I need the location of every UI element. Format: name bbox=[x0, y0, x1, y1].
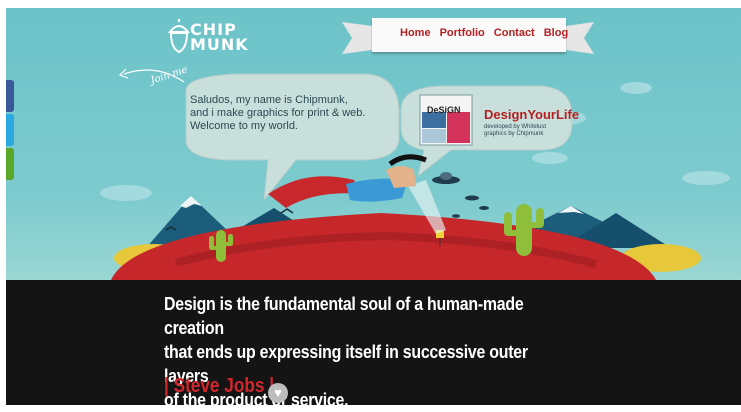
intro-line: Welcome to my world. bbox=[190, 120, 298, 132]
main-nav: Home Portfolio Contact Blog bbox=[350, 18, 568, 58]
quote-line: Design is the fundamental soul of a huma… bbox=[164, 293, 524, 338]
portfolio-credits: developed by Whitelust graphics by Chipm… bbox=[484, 124, 546, 138]
social-side-tabs bbox=[6, 80, 14, 182]
nav-blog[interactable]: Blog bbox=[544, 27, 568, 39]
nav-portfolio[interactable]: Portfolio bbox=[440, 27, 485, 39]
acorn-logo-icon bbox=[167, 19, 191, 54]
portfolio-title[interactable]: DesignYourLife bbox=[484, 107, 579, 122]
facebook-tab[interactable] bbox=[6, 80, 14, 112]
quote-author: | Steve Jobs | bbox=[164, 375, 275, 397]
intro-line: Saludos, my name is Chipmunk, bbox=[190, 94, 348, 106]
logo[interactable]: CHIP MUNK bbox=[190, 22, 249, 54]
intro-text: Saludos, my name is Chipmunk, and i make… bbox=[190, 94, 390, 133]
portfolio-thumb-label[interactable]: DeSiGN bbox=[427, 105, 461, 115]
heart-icon[interactable]: ♥ bbox=[268, 383, 288, 403]
share-tab[interactable] bbox=[6, 148, 14, 180]
intro-line: and i make graphics for print & web. bbox=[190, 107, 366, 119]
credit-developed: developed by Whitelust bbox=[484, 124, 547, 130]
nav-home[interactable]: Home bbox=[400, 27, 431, 39]
nav-contact[interactable]: Contact bbox=[494, 27, 535, 39]
logo-line2: MUNK bbox=[190, 35, 249, 54]
credit-graphics: graphics by Chipmunk bbox=[484, 131, 544, 137]
twitter-tab[interactable] bbox=[6, 114, 14, 146]
